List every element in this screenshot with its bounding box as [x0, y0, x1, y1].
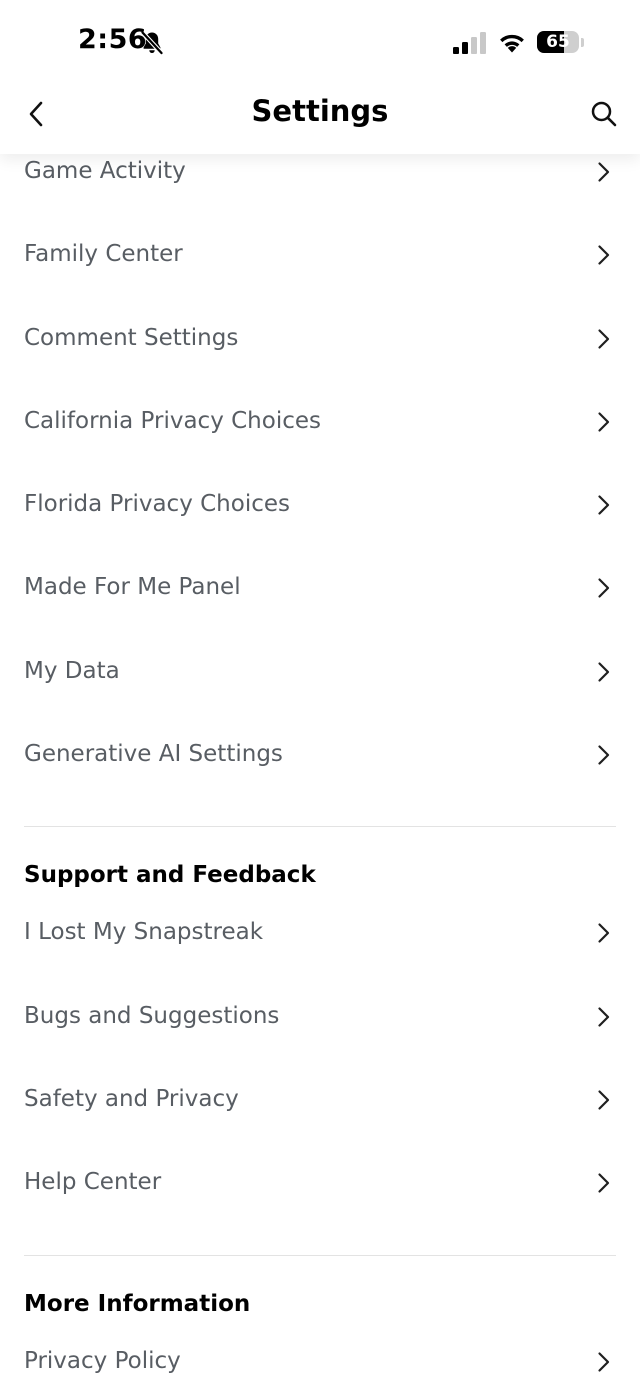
settings-row-florida-privacy-choices[interactable]: Florida Privacy Choices: [0, 463, 640, 546]
status-bar: 2:56 65: [0, 0, 640, 80]
navigation-bar: Settings: [0, 80, 640, 154]
chevron-right-icon: [598, 1007, 610, 1027]
row-label: Help Center: [24, 1169, 162, 1196]
chevron-right-icon: [598, 662, 610, 682]
chevron-right-icon: [598, 495, 610, 515]
row-label: California Privacy Choices: [24, 407, 321, 434]
row-label: Privacy Policy: [24, 1347, 181, 1374]
settings-row-made-for-me-panel[interactable]: Made For Me Panel: [0, 546, 640, 629]
settings-row-generative-ai-settings[interactable]: Generative AI Settings: [0, 713, 640, 796]
row-label: Comment Settings: [24, 324, 239, 351]
settings-row-my-data[interactable]: My Data: [0, 630, 640, 713]
settings-row-family-center[interactable]: Family Center: [0, 213, 640, 296]
status-time: 2:56: [78, 24, 148, 55]
settings-row-privacy-policy[interactable]: Privacy Policy: [0, 1320, 640, 1387]
search-icon: [591, 101, 617, 127]
section-header-more-information: More Information: [24, 1290, 251, 1317]
chevron-right-icon: [598, 1173, 610, 1193]
more-information-section: More Information Privacy Policy: [0, 1256, 640, 1387]
row-label: Generative AI Settings: [24, 741, 283, 768]
chevron-right-icon: [598, 578, 610, 599]
settings-row-i-lost-my-snapstreak[interactable]: I Lost My Snapstreak: [0, 891, 640, 974]
support-feedback-section: Support and Feedback I Lost My Snapstrea…: [0, 827, 640, 1224]
chevron-right-icon: [598, 745, 610, 765]
row-label: Bugs and Suggestions: [24, 1002, 280, 1029]
settings-list[interactable]: Game Activity Family Center Comment Settin…: [0, 130, 640, 1387]
wifi-icon: [500, 34, 524, 53]
chevron-right-icon: [598, 412, 610, 432]
chevron-right-icon: [598, 245, 610, 265]
privacy-section: Game Activity Family Center Comment Settin…: [0, 130, 640, 796]
row-label: I Lost My Snapstreak: [24, 919, 264, 946]
row-label: Family Center: [24, 241, 183, 268]
chevron-right-icon: [598, 923, 610, 943]
battery-icon: 65: [537, 31, 584, 55]
row-label: Florida Privacy Choices: [24, 491, 291, 518]
chevron-right-icon: [598, 328, 610, 349]
chevron-right-icon: [598, 162, 610, 182]
settings-row-comment-settings[interactable]: Comment Settings: [0, 297, 640, 380]
settings-row-bugs-and-suggestions[interactable]: Bugs and Suggestions: [0, 975, 640, 1058]
chevron-right-icon: [598, 1090, 610, 1110]
section-header-support-feedback: Support and Feedback: [24, 862, 316, 889]
cellular-signal-icon: [453, 32, 486, 54]
search-button[interactable]: [580, 92, 628, 136]
battery-cap: [581, 38, 584, 47]
battery-level: 65: [546, 32, 570, 52]
row-label: Safety and Privacy: [24, 1085, 239, 1112]
settings-screen: 2:56 65 Settings Game Activity Family Ce…: [0, 0, 640, 1387]
settings-row-help-center[interactable]: Help Center: [0, 1141, 640, 1224]
settings-row-safety-and-privacy[interactable]: Safety and Privacy: [0, 1058, 640, 1141]
settings-row-california-privacy-choices[interactable]: California Privacy Choices: [0, 380, 640, 463]
battery-body: 65: [537, 31, 579, 53]
row-label: My Data: [24, 657, 120, 684]
chevron-right-icon: [598, 1351, 610, 1372]
row-label: Made For Me Panel: [24, 574, 241, 601]
bell-slash-icon: [140, 30, 164, 55]
page-title: Settings: [251, 94, 389, 128]
